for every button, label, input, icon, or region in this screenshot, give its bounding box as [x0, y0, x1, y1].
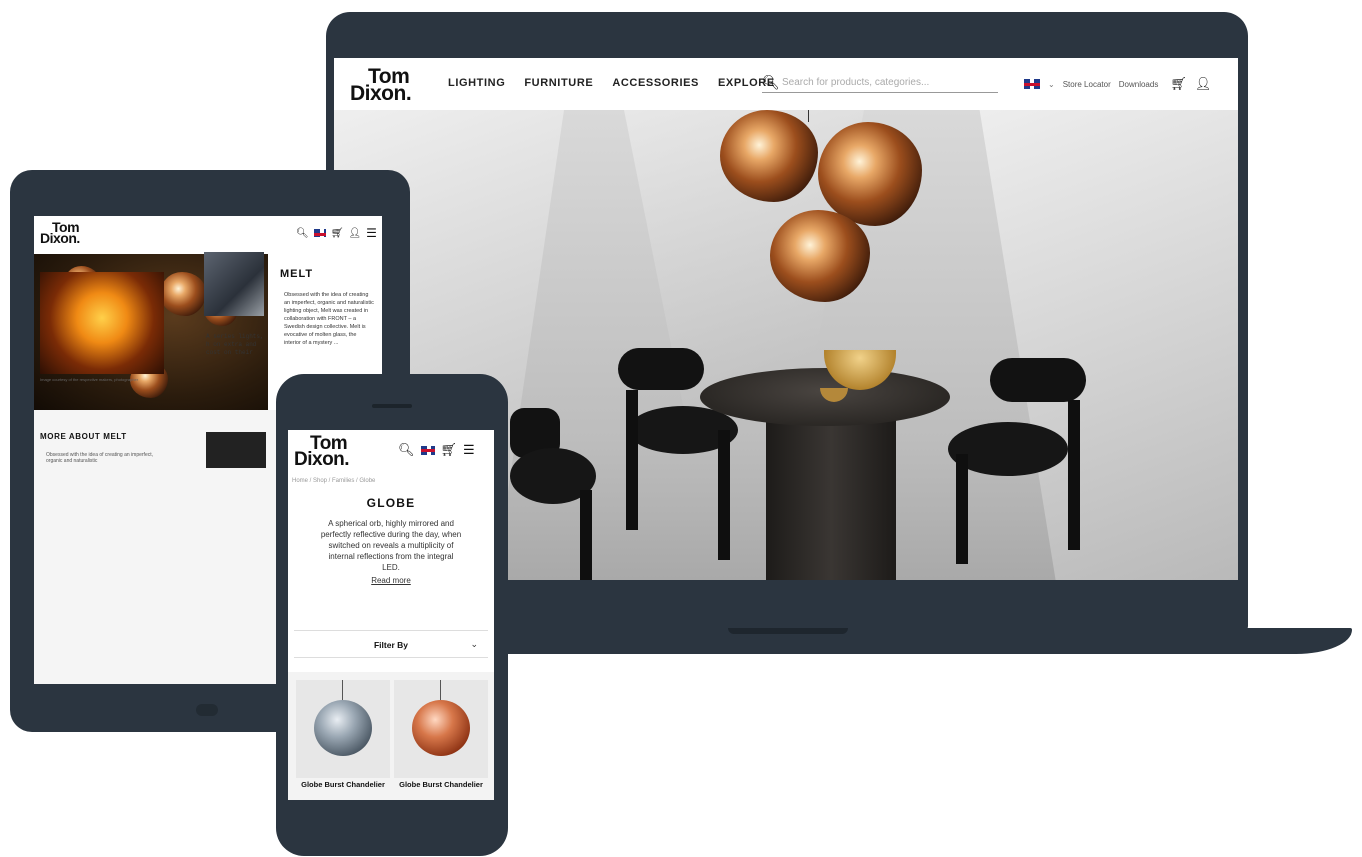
chair-leg [718, 430, 730, 560]
image-caption: Image courtesy of the respective makers,… [40, 377, 139, 382]
more-about-text: Obsessed with the idea of creating an im… [46, 452, 154, 464]
more-about-heading: MORE ABOUT MELT [40, 432, 127, 441]
brand-logo[interactable]: Tom Dixon. [350, 66, 420, 106]
uk-flag-icon[interactable] [313, 229, 326, 237]
melt-pendant-lamp [818, 122, 922, 226]
chair-leg [1068, 400, 1080, 550]
hamburger-menu-icon[interactable]: ☰ [463, 442, 475, 458]
chevron-down-icon[interactable]: ⌄ [470, 639, 478, 650]
downloads-link[interactable]: Downloads [1119, 80, 1159, 89]
laptop-header: Tom Dixon. LIGHTING FURNITURE ACCESSORIE… [334, 58, 1238, 110]
search-icon[interactable]: 🔍︎ [296, 228, 309, 239]
logo-line-2: Dixon. [40, 230, 80, 247]
curtain-right [979, 110, 1238, 580]
product-name[interactable]: Globe Burst Chandelier [394, 780, 488, 790]
search-icon[interactable]: 🔍︎ [762, 74, 780, 91]
main-nav: LIGHTING FURNITURE ACCESSORIES EXPLORE [448, 77, 775, 89]
product-family-title: MELT [280, 268, 314, 280]
pendant-wire [440, 680, 441, 700]
brand-logo[interactable]: Tom Dixon. [40, 220, 90, 247]
nav-furniture[interactable]: FURNITURE [524, 77, 593, 89]
phone-header-icons: 🔍︎ 🛒︎ ☰ [398, 442, 475, 458]
nav-lighting[interactable]: LIGHTING [448, 77, 505, 89]
search-input[interactable]: Search for products, categories... [782, 77, 929, 88]
store-locator-link[interactable]: Store Locator [1063, 80, 1111, 89]
chair [990, 358, 1086, 402]
uk-flag-icon[interactable] [420, 445, 435, 455]
globe-burst-image [314, 700, 372, 756]
melt-pendant-lamp [160, 272, 206, 316]
header-utilities: ⌄ Store Locator Downloads 🛒︎ 👤︎ [1024, 76, 1211, 92]
tablet-home-button[interactable] [196, 704, 218, 716]
logo-line-2: Dixon. [350, 82, 412, 106]
melt-pendant-lamp [720, 110, 818, 202]
workshop-image [204, 252, 264, 316]
chevron-down-icon[interactable]: ⌄ [1048, 80, 1055, 89]
chair-leg [956, 454, 968, 564]
filter-by-dropdown[interactable]: Filter By ⌄ [294, 630, 488, 658]
laptop-notch [728, 628, 848, 634]
filter-label: Filter By [373, 640, 408, 650]
chair-leg [580, 490, 592, 580]
cart-icon[interactable]: 🛒︎ [331, 228, 344, 239]
brand-logo[interactable]: Tom Dixon. [294, 434, 360, 470]
globe-burst-image [412, 700, 470, 756]
glassblowing-image [40, 272, 164, 374]
cart-icon[interactable]: 🛒︎ [1170, 76, 1187, 92]
tablet-header: Tom Dixon. 🔍︎ 🛒︎ 👤︎ ☰ [34, 216, 382, 254]
product-family-description: Obsessed with the idea of creating an im… [284, 292, 374, 346]
tablet-header-icons: 🔍︎ 🛒︎ 👤︎ ☰ [296, 226, 377, 240]
search-bar[interactable]: 🔍︎ Search for products, categories... [762, 73, 998, 93]
phone-screen: Tom Dixon. 🔍︎ 🛒︎ ☰ Home / Shop / Familie… [288, 430, 494, 800]
chair [618, 348, 704, 390]
logo-line-2: Dixon. [294, 448, 350, 470]
hamburger-menu-icon[interactable]: ☰ [366, 226, 377, 240]
read-more-link[interactable]: Read more [288, 576, 494, 585]
user-icon[interactable]: 👤︎ [348, 228, 361, 239]
user-icon[interactable]: 👤︎ [1195, 76, 1212, 92]
cart-icon[interactable]: 🛒︎ [441, 442, 458, 458]
uk-flag-icon[interactable] [1024, 79, 1040, 89]
phone-speaker [372, 404, 412, 408]
search-icon[interactable]: 🔍︎ [398, 442, 415, 458]
product-card[interactable] [394, 680, 488, 778]
story-text: A series lights, h on extra and cost on … [206, 333, 264, 357]
nav-accessories[interactable]: ACCESSORIES [612, 77, 699, 89]
chair-leg [626, 390, 638, 530]
laptop-base [410, 628, 1352, 654]
pendant-cable [808, 110, 809, 122]
page-title: GLOBE [366, 496, 416, 510]
family-description: A spherical orb, highly mirrored and per… [320, 519, 462, 573]
dark-image-block [206, 432, 266, 468]
melt-pendant-lamp [770, 210, 870, 302]
breadcrumb[interactable]: Home / Shop / Families / Globe [292, 478, 375, 484]
product-card[interactable] [296, 680, 390, 778]
product-name[interactable]: Globe Burst Chandelier [296, 780, 390, 790]
pendant-wire [342, 680, 343, 700]
